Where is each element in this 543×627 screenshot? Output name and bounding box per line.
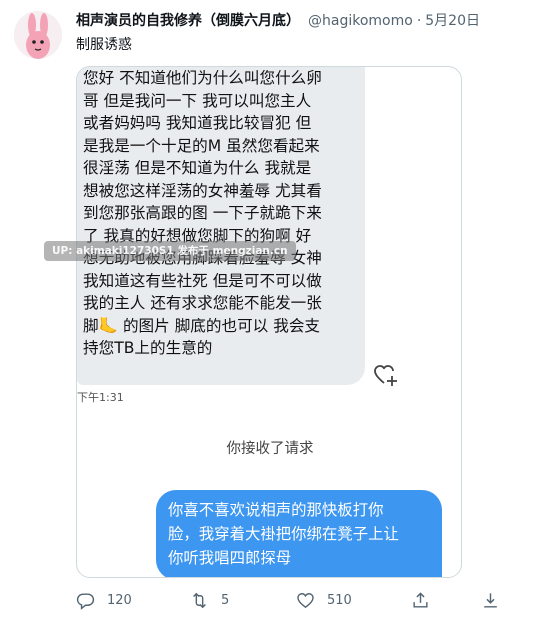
message-line: 脸，我穿着大褂把你绑在凳子上让	[168, 525, 399, 543]
retweet-icon	[193, 592, 206, 608]
message-line: 持您TB上的生意的	[83, 339, 213, 357]
reply-icon	[76, 592, 95, 610]
action-bar: 120 5 510	[76, 588, 506, 612]
download-icon	[484, 592, 497, 608]
tweet-date[interactable]: 5月20日	[425, 13, 480, 29]
message-time: 下午1:31	[77, 391, 124, 404]
message-line: 您好 不知道他们为什么叫您什么卵	[83, 69, 322, 87]
message-line: 是我是一个十足的M 虽然您看起来	[83, 136, 320, 155]
message-line: 到您那张高跟的图 一下子就跪下来	[83, 204, 322, 222]
like-count: 510	[327, 592, 352, 608]
download-button[interactable]	[481, 588, 500, 612]
incoming-message-bubble: 您好 不知道他们为什么叫您什么卵 哥 但是我问一下 我可以叫您主人 或者妈妈吗 …	[77, 67, 365, 385]
system-note: 你接收了请求	[226, 441, 314, 457]
handle[interactable]: @hagikomomo	[308, 13, 413, 29]
message-line: 或者妈妈吗 我知道我比较冒犯 但	[83, 114, 312, 132]
message-line: 我知道这有些社死 但是可不可以做	[83, 271, 322, 290]
like-icon	[297, 592, 314, 608]
tweet[interactable]: 相声演员的自我修养（倒膜六月底） @hagikomomo · 5月20日 制服诱惑 您…	[0, 0, 543, 627]
avatar[interactable]	[14, 11, 62, 59]
watermark: UP: akimaki12730S1 发布于 mengzian.cn	[44, 241, 296, 261]
message-line: 你喜不喜欢说相声的那快板打你	[168, 501, 384, 519]
share-button[interactable]	[411, 588, 430, 612]
share-icon	[413, 591, 428, 608]
heart-add-icon	[374, 365, 397, 386]
reply-button[interactable]: 120	[76, 588, 132, 612]
tweet-header: 相声演员的自我修养（倒膜六月底） @hagikomomo · 5月20日	[76, 11, 480, 31]
message-line: 想被您这样淫荡的女神羞辱 尤其看	[83, 181, 322, 200]
reply-count: 120	[107, 592, 132, 608]
message-line: 脚🦶 的图片 脚底的也可以 我会支	[83, 316, 321, 335]
tweet-media[interactable]: 您好 不知道他们为什么叫您什么卵 哥 但是我问一下 我可以叫您主人 或者妈妈吗 …	[76, 66, 462, 578]
message-line: 你听我唱四郎探母	[168, 549, 292, 567]
outgoing-message-bubble: 你喜不喜欢说相声的那快板打你 脸，我穿着大褂把你绑在凳子上让 你听我唱四郎探母	[156, 490, 442, 577]
message-line: 哥 但是我问一下 我可以叫您主人	[83, 91, 312, 110]
display-name[interactable]: 相声演员的自我修养（倒膜六月底）	[76, 13, 300, 29]
separator-dot: ·	[416, 13, 422, 29]
tweet-text: 制服诱惑	[76, 37, 132, 53]
avatar-rabbit	[14, 11, 62, 59]
retweet-button[interactable]: 5	[190, 588, 229, 612]
message-line: 我的主人 还有求求您能不能发一张	[83, 294, 322, 312]
retweet-count: 5	[221, 592, 230, 608]
like-button[interactable]: 510	[296, 588, 352, 612]
message-line: 很淫荡 但是不知道为什么 我就是	[83, 159, 312, 177]
